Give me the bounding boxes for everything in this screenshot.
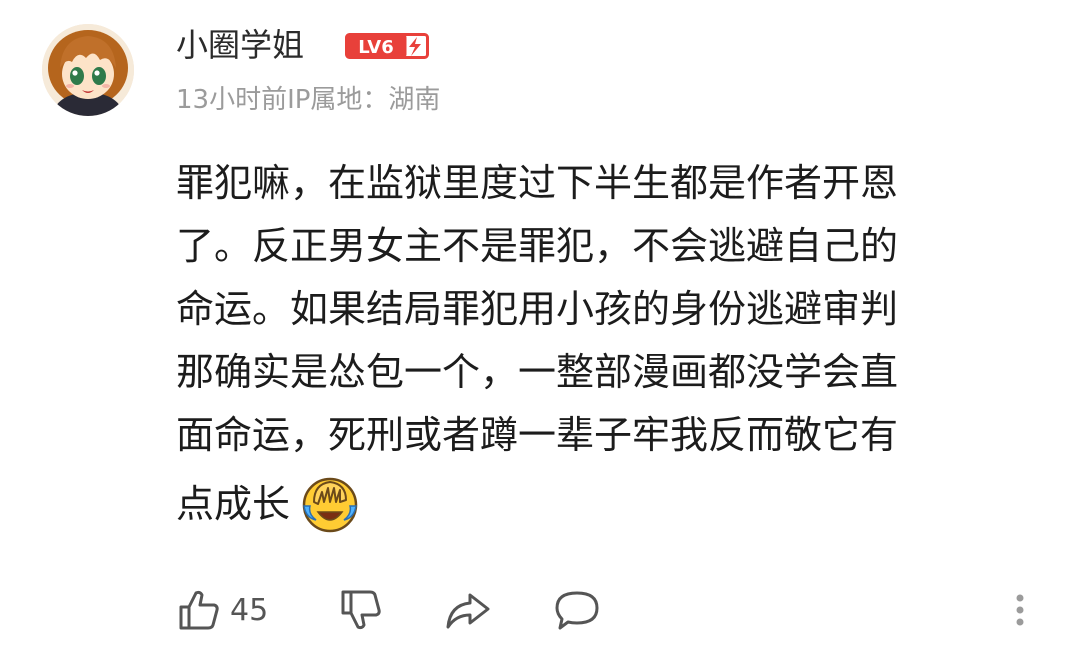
comment-line: 了。反正男女主不是罪犯，不会逃避自己的 — [176, 224, 899, 268]
anime-girl-avatar-icon — [42, 24, 134, 116]
more-options-button[interactable] — [1008, 584, 1032, 636]
comment-body: 罪犯嘛，在监狱里度过下半生都是作者开恩 了。反正男女主不是罪犯，不会逃避自己的 … — [176, 152, 1056, 537]
facepalm-laugh-emoji-icon — [300, 474, 360, 534]
comment-line: 命运。如果结局罪犯用小孩的身份逃避审判 — [176, 287, 899, 331]
comment-line: 面命运，死刑或者蹲一辈子牢我反而敬它有 — [176, 413, 899, 457]
level-badge-icon: LV6 — [345, 33, 429, 59]
reply-button[interactable] — [552, 584, 602, 636]
level-badge: LV6 — [345, 33, 429, 59]
share-icon — [446, 593, 490, 629]
thumbs-up-icon — [179, 590, 219, 630]
level-label: LV6 — [358, 37, 393, 58]
comment-line: 点成长 — [176, 481, 291, 526]
more-vertical-icon — [1016, 594, 1024, 626]
comment-action-bar: 45 — [0, 578, 1080, 642]
comment-line: 那确实是怂包一个，一整部漫画都没学会直 — [176, 350, 899, 394]
comment-last-line: 点成长 — [176, 471, 1056, 537]
avatar[interactable] — [42, 24, 134, 116]
thumbs-down-icon — [341, 590, 381, 630]
share-button[interactable] — [444, 584, 492, 636]
like-button[interactable]: 45 — [176, 584, 268, 636]
comment-meta: 13小时前IP属地：湖南 — [176, 85, 441, 115]
like-count: 45 — [230, 592, 269, 628]
comment-icon — [555, 591, 599, 630]
username[interactable]: 小圈学姐 — [176, 20, 304, 70]
comment-line: 罪犯嘛，在监狱里度过下半生都是作者开恩 — [176, 161, 899, 205]
dislike-button[interactable] — [338, 584, 384, 636]
